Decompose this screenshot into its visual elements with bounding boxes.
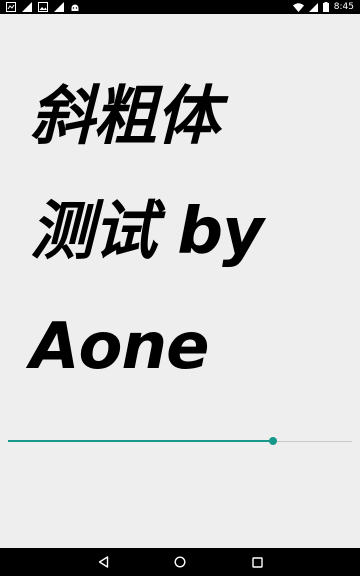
signal-icon: [54, 2, 64, 12]
status-bar: 8:45: [0, 0, 360, 14]
home-icon: [174, 553, 186, 572]
text-line-3: Aone: [30, 310, 209, 384]
cellular-icon: [308, 2, 318, 12]
home-button[interactable]: [173, 555, 187, 569]
status-right-icons: 8:45: [292, 0, 354, 14]
screen: 8:45 斜粗体 测试 by Aone: [0, 0, 360, 576]
seekbar[interactable]: [8, 437, 352, 445]
android-icon: [70, 2, 80, 12]
italic-bold-text: 斜粗体 测试 by Aone: [30, 60, 342, 405]
back-button[interactable]: [96, 555, 110, 569]
back-icon: [98, 553, 109, 572]
main-content: 斜粗体 测试 by Aone: [0, 14, 360, 548]
app-notification-icon: [6, 2, 16, 12]
seekbar-progress: [8, 440, 273, 442]
image-icon: [38, 2, 48, 12]
recents-button[interactable]: [250, 555, 264, 569]
status-left-icons: [6, 2, 80, 12]
text-line-2: 测试 by: [30, 195, 264, 269]
battery-icon: [322, 2, 329, 12]
status-time: 8:45: [333, 2, 354, 12]
recents-icon: [251, 553, 263, 572]
seekbar-thumb[interactable]: [268, 437, 277, 445]
wifi-icon: [292, 2, 304, 12]
signal-icon: [22, 2, 32, 12]
text-line-1: 斜粗体: [30, 80, 220, 154]
navigation-bar: [0, 548, 360, 576]
